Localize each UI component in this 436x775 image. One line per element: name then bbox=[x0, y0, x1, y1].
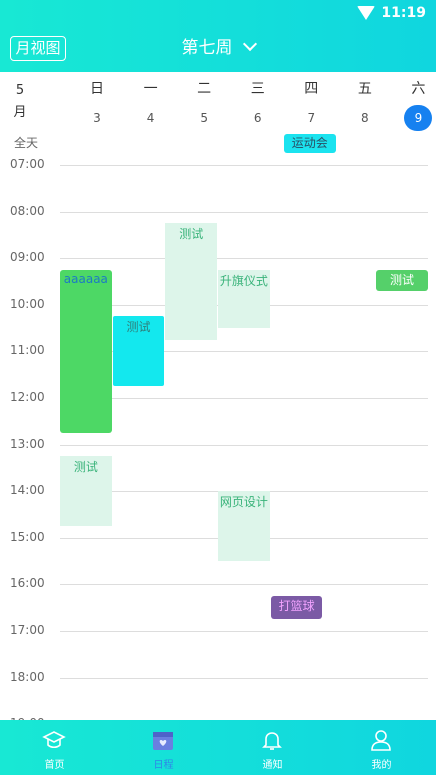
day-header: 5 月 日 3 一 4 二 5 三 6 四 7 五 8 六 9 bbox=[0, 72, 436, 132]
hour-label: 15:00 bbox=[10, 529, 45, 544]
bottom-tab-bar: 首页 日程 通知 我的 bbox=[0, 720, 436, 775]
hour-line bbox=[60, 584, 428, 586]
date-label: 3 bbox=[93, 111, 101, 125]
month-number: 5 bbox=[15, 83, 25, 98]
hour-label: 16:00 bbox=[10, 576, 45, 591]
tab-graduation-cap[interactable]: 首页 bbox=[0, 720, 109, 775]
hour-label: 12:00 bbox=[10, 390, 45, 404]
date-label: 8 bbox=[361, 111, 369, 125]
weekday-label: 二 bbox=[197, 81, 212, 97]
wifi-icon bbox=[357, 6, 376, 20]
hour-line bbox=[60, 165, 428, 166]
date-label: 5 bbox=[200, 111, 208, 125]
top-bar: 11:19 月视图 第七周 bbox=[0, 0, 436, 72]
user-icon bbox=[369, 728, 393, 752]
calendar-event[interactable]: 测试 bbox=[112, 316, 165, 387]
calendar-icon bbox=[151, 728, 175, 752]
hour-label: 14:00 bbox=[10, 483, 45, 498]
allday-label: 全天 bbox=[14, 136, 39, 150]
tab-label: 通知 bbox=[262, 760, 283, 771]
calendar-event[interactable]: 测试 bbox=[165, 223, 218, 340]
weekday-label: 五 bbox=[357, 81, 372, 97]
hour-label: 18:00 bbox=[10, 669, 45, 684]
week-grid[interactable]: 全天 07:00 08:00 09:00 10:00 11:00 12:00 13:00 14… bbox=[0, 132, 436, 720]
status-time: 11:19 bbox=[381, 5, 426, 21]
tab-label: 首页 bbox=[44, 760, 65, 771]
calendar-event[interactable]: 升旗仪式 bbox=[218, 269, 270, 329]
chevron-down-icon bbox=[242, 36, 257, 52]
weekday-label: 日 bbox=[90, 81, 104, 97]
today-date-badge: 9 bbox=[404, 105, 433, 131]
calendar-event[interactable]: 打篮球 bbox=[270, 596, 323, 620]
date-label: 4 bbox=[146, 111, 155, 125]
hour-line bbox=[60, 398, 428, 399]
hour-line bbox=[60, 258, 428, 260]
calendar-event[interactable]: 测试 bbox=[376, 269, 428, 291]
hour-label: 13:00 bbox=[10, 436, 45, 451]
hour-line bbox=[60, 444, 428, 446]
tab-label: 我的 bbox=[371, 760, 392, 771]
tab-label: 日程 bbox=[153, 760, 174, 771]
weekday-label: 六 bbox=[411, 81, 426, 97]
hour-label: 11:00 bbox=[10, 343, 45, 358]
tab-user[interactable]: 我的 bbox=[327, 720, 436, 775]
hour-line bbox=[60, 677, 428, 679]
hour-label: 09:00 bbox=[10, 250, 45, 265]
calendar-event[interactable]: 测试 bbox=[60, 456, 112, 527]
hour-label: 10:00 bbox=[10, 296, 45, 311]
graduation-cap-icon bbox=[42, 728, 66, 752]
hour-label: 08:00 bbox=[10, 203, 45, 218]
date-label: 7 bbox=[307, 111, 316, 125]
weekday-label: 三 bbox=[250, 81, 265, 97]
bell-icon bbox=[260, 728, 284, 752]
month-label: 5 月 bbox=[12, 80, 28, 124]
week-title: 第七周 bbox=[181, 38, 233, 58]
status-bar: 11:19 bbox=[357, 4, 426, 22]
weekday-label: 四 bbox=[304, 81, 319, 97]
tab-bell[interactable]: 通知 bbox=[218, 720, 327, 775]
hour-label: 17:00 bbox=[10, 623, 45, 637]
date-label: 6 bbox=[253, 111, 262, 125]
tab-calendar[interactable]: 日程 bbox=[109, 720, 218, 775]
hour-line bbox=[60, 211, 428, 213]
month-unit: 月 bbox=[13, 105, 27, 120]
calendar-event[interactable]: 网页设计 bbox=[218, 491, 270, 562]
allday-event[interactable]: 运动会 bbox=[283, 134, 336, 153]
week-selector[interactable]: 第七周 bbox=[0, 36, 436, 60]
hour-line bbox=[60, 631, 428, 632]
hour-label: 07:00 bbox=[10, 157, 45, 171]
weekday-label: 一 bbox=[143, 81, 158, 97]
calendar-event[interactable]: aaaaaa bbox=[60, 269, 112, 433]
